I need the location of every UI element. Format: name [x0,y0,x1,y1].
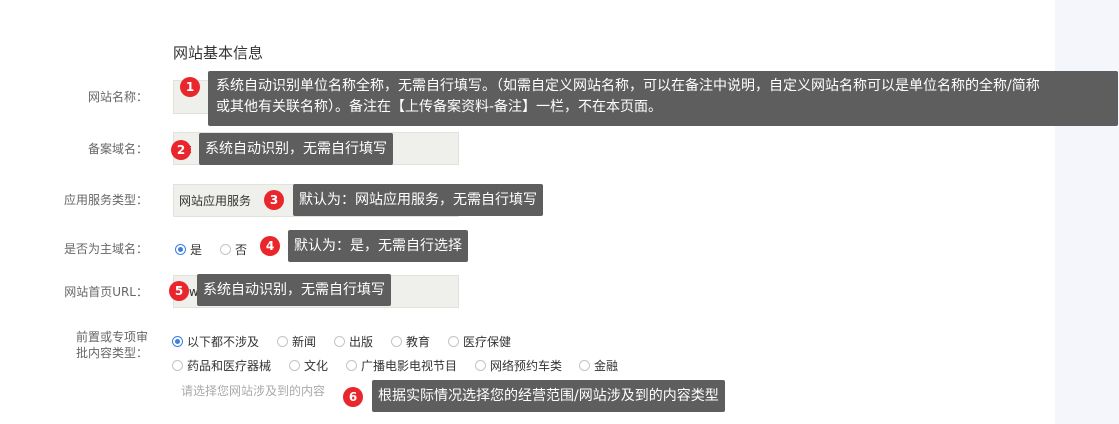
site-name-label: 网站名称： [87,90,148,104]
tooltip-1-line-1: 系统自动识别单位名称全称，无需自行填写。（如需自定义网站名称，可以在备注中说明，… [216,78,1040,94]
content-option-culture[interactable]: 文化 [289,357,328,374]
option-label: 医疗保健 [463,335,512,349]
main-domain-label: 是否为主域名： [63,242,148,256]
section-title: 网站基本信息 [173,44,264,62]
radio-icon[interactable] [579,360,590,371]
homepage-url-label: 网站首页URL： [64,285,148,299]
option-label: 文化 [304,359,329,373]
radio-icon[interactable] [448,336,459,347]
option-label: 出版 [349,335,374,349]
option-label: 广播电影电视节目 [361,359,458,373]
service-type-label: 应用服务类型： [63,193,148,207]
content-option-broadcast[interactable]: 广播电影电视节目 [346,357,457,374]
content-option-ride-hailing[interactable]: 网络预约车类 [475,357,562,374]
tooltip-3: 默认为：网站应用服务，无需自行填写 [293,184,543,216]
option-label: 药品和医疗器械 [187,359,272,373]
domain-label: 备案域名： [87,142,148,156]
tooltip-5: 系统自动识别，无需自行填写 [197,274,391,306]
content-option-education[interactable]: 教育 [391,333,430,350]
step-badge-4: 4 [260,236,280,256]
step-badge-1: 1 [180,77,200,97]
option-label: 金融 [594,359,619,373]
step-badge-2: 2 [171,140,191,160]
option-label: 网络预约车类 [490,359,563,373]
content-type-label-line1: 前置或专项审 [75,330,148,344]
content-option-finance[interactable]: 金融 [579,357,618,374]
radio-checked-icon[interactable] [175,244,186,255]
option-label: 以下都不涉及 [187,335,260,349]
radio-icon[interactable] [277,336,288,347]
tooltip-4: 默认为：是，无需自行选择 [288,230,468,262]
content-option-publishing[interactable]: 出版 [334,333,373,350]
tooltip-6: 根据实际情况选择您的经营范围/网站涉及到的内容类型 [372,380,725,412]
radio-icon[interactable] [346,360,357,371]
radio-icon[interactable] [391,336,402,347]
option-label: 教育 [406,335,431,349]
step-badge-3: 3 [264,190,284,210]
content-type-hint: 请选择您网站涉及到的内容 [181,384,326,398]
option-label: 新闻 [292,335,317,349]
radio-icon[interactable] [172,360,183,371]
option-label: 否 [235,243,248,257]
radio-icon[interactable] [334,336,345,347]
tooltip-1: 系统自动识别单位名称全称，无需自行填写。（如需自定义网站名称，可以在备注中说明，… [208,71,1118,126]
radio-checked-icon[interactable] [172,336,183,347]
content-type-label-line2: 批内容类型： [75,346,148,360]
right-side-panel [1055,0,1119,424]
content-option-drugs[interactable]: 药品和医疗器械 [172,357,271,374]
radio-icon[interactable] [220,244,231,255]
step-badge-6: 6 [343,387,363,407]
radio-icon[interactable] [475,360,486,371]
main-domain-yes-option[interactable]: 是 [175,241,202,258]
content-option-news[interactable]: 新闻 [277,333,316,350]
tooltip-1-line-2: 或其他有关联名称）。备注在【上传备案资料-备注】一栏，不在本页面。 [216,99,663,115]
option-label: 是 [190,243,203,257]
radio-icon[interactable] [289,360,300,371]
tooltip-2: 系统自动识别，无需自行填写 [199,133,393,165]
main-domain-no-option[interactable]: 否 [220,241,247,258]
step-badge-5: 5 [169,281,189,301]
content-option-none[interactable]: 以下都不涉及 [172,333,259,350]
content-option-healthcare[interactable]: 医疗保健 [448,333,511,350]
